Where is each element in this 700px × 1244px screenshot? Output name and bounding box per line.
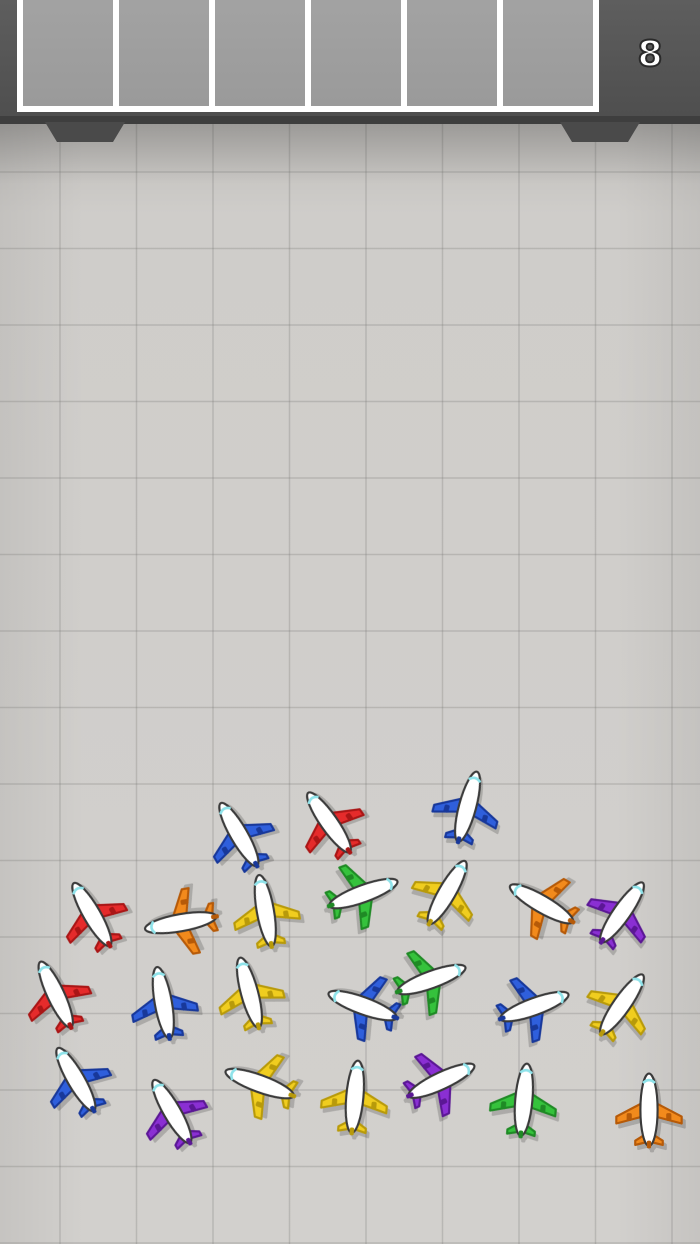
tray-slot	[215, 0, 305, 106]
green-plane[interactable]	[477, 1051, 570, 1144]
tray-slot	[407, 0, 497, 106]
tray-slot	[311, 0, 401, 106]
tray-slot	[23, 0, 113, 106]
level-number: 8	[636, 33, 663, 76]
airplane-icon	[489, 1062, 557, 1139]
tray-bracket-left	[45, 122, 125, 142]
orange-plane[interactable]	[606, 1065, 692, 1151]
tray-slot	[503, 0, 593, 106]
top-bar: 8	[0, 0, 700, 122]
airplane-icon	[615, 1072, 683, 1149]
tray-bracket-right	[560, 122, 640, 142]
tray-slot	[119, 0, 209, 106]
slot-tray	[17, 0, 599, 112]
